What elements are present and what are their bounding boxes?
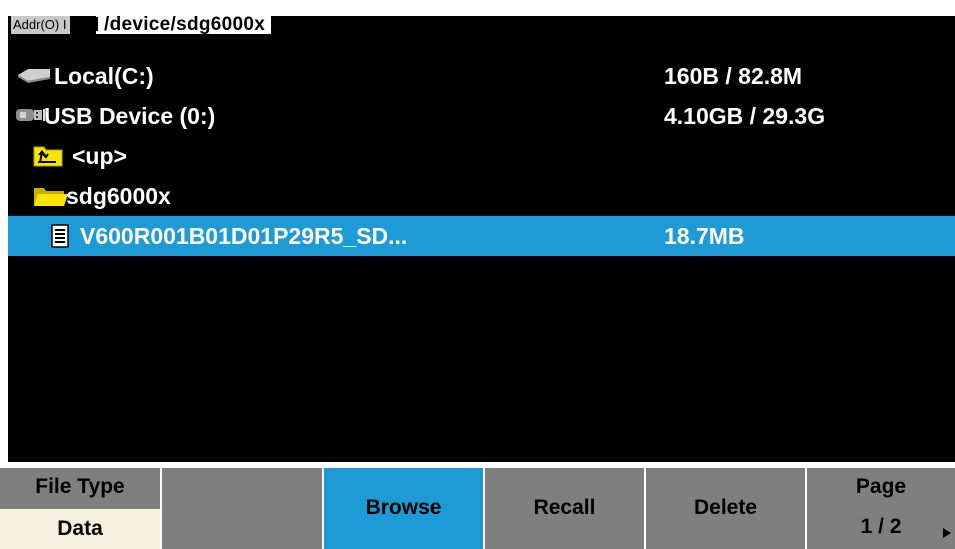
page-label: Page	[855, 475, 907, 498]
delete-button[interactable]: Delete	[646, 468, 805, 549]
list-item-local-drive[interactable]: Local(C:) 160B / 82.8M	[8, 56, 955, 96]
list-item-usb-device[interactable]: USB Device (0:) 4.10GB / 29.3G	[8, 96, 955, 136]
list-item-file[interactable]: V600R001B01D01P29R5_SD... 18.7MB	[8, 216, 955, 256]
file-icon	[51, 224, 69, 248]
cursor-bar	[96, 17, 98, 31]
page-softkey[interactable]: Page 1 / 2	[807, 468, 955, 549]
list-item-name: sdg6000x	[66, 183, 171, 209]
address-path: /device/sdg6000x	[96, 14, 272, 35]
file-type-label: File Type	[35, 475, 125, 498]
recall-button[interactable]: Recall	[485, 468, 644, 549]
page-value: 1 / 2	[860, 515, 902, 538]
browse-label: Browse	[365, 496, 442, 519]
blank-softkey[interactable]	[162, 468, 322, 549]
list-item-folder[interactable]: sdg6000x	[8, 176, 955, 216]
file-type-value: Data	[0, 509, 160, 549]
list-item-name: V600R001B01D01P29R5_SD...	[80, 223, 408, 249]
open-folder-icon	[34, 188, 68, 206]
list-item-name: USB Device (0:)	[44, 103, 216, 129]
list-item-up[interactable]: <up>	[8, 136, 955, 176]
address-label: Addr(O) I	[11, 16, 71, 34]
list-item-name: Local(C:)	[54, 63, 154, 89]
drive-icon	[18, 69, 50, 83]
list-item-size: 18.7MB	[664, 223, 745, 249]
address-path-text: /device/sdg6000x	[104, 14, 266, 35]
left-frame	[0, 34, 8, 468]
browse-button[interactable]: Browse	[324, 468, 483, 549]
list-item-name: <up>	[72, 143, 127, 169]
file-type-softkey[interactable]: File Type Data	[0, 468, 160, 549]
up-folder-icon	[33, 146, 63, 167]
recall-label: Recall	[533, 496, 596, 519]
next-page-arrow-icon	[943, 528, 951, 538]
softkey-menu: File Type Data Browse Recall Delete Page…	[0, 468, 955, 549]
list-item-size: 4.10GB / 29.3G	[664, 103, 826, 129]
delete-label: Delete	[693, 496, 758, 519]
list-item-size: 160B / 82.8M	[664, 63, 803, 89]
